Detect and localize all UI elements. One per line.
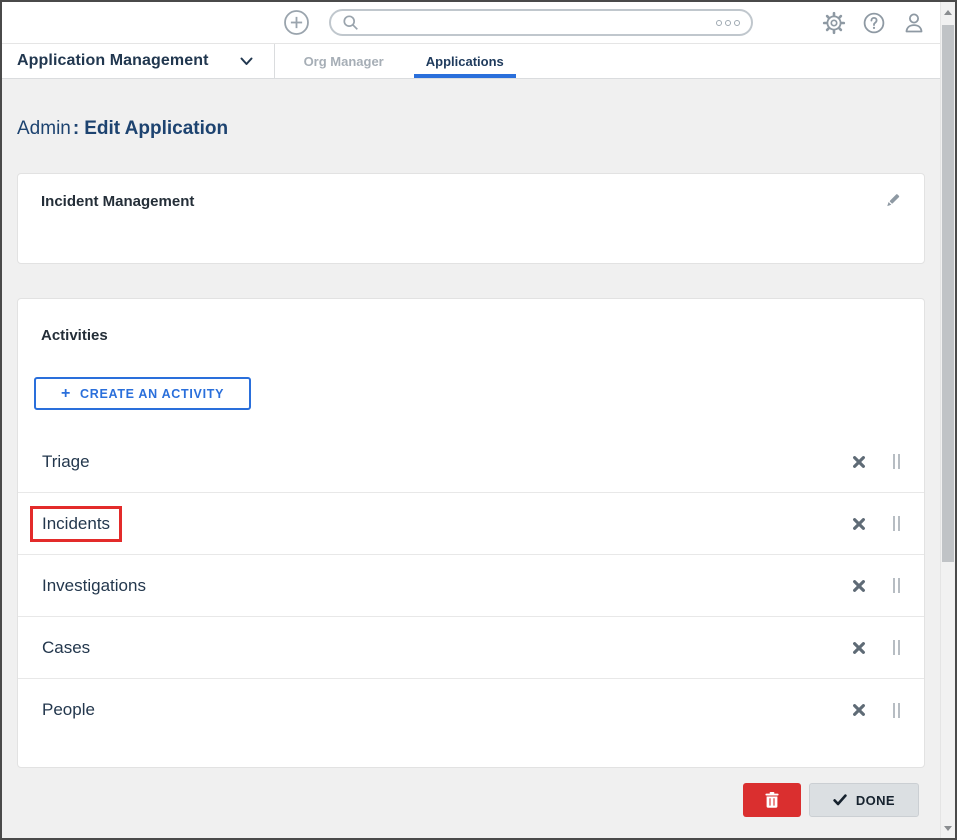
settings-button[interactable] <box>822 11 846 35</box>
triangle-down-icon <box>944 826 952 831</box>
search-options-icon[interactable] <box>716 20 740 26</box>
chevron-down-icon <box>240 57 253 66</box>
gear-icon <box>822 11 846 35</box>
nav-divider <box>274 44 275 78</box>
person-icon <box>902 11 926 35</box>
activity-row: Incidents <box>18 493 924 555</box>
activity-label[interactable]: People <box>42 700 95 719</box>
delete-application-button[interactable] <box>743 783 801 817</box>
search-bar[interactable] <box>329 9 753 36</box>
main-area: Application Management Org Manager Appli… <box>2 2 940 838</box>
remove-activity-button[interactable] <box>852 703 866 717</box>
activity-row: People <box>18 679 924 741</box>
remove-activity-button[interactable] <box>852 517 866 531</box>
plus-icon: + <box>61 386 71 402</box>
drag-handle-icon[interactable] <box>893 578 900 593</box>
remove-activity-button[interactable] <box>852 455 866 469</box>
activity-row: Investigations <box>18 555 924 617</box>
page-title-main: Edit Application <box>84 118 228 139</box>
edit-application-button[interactable] <box>883 190 903 210</box>
x-mark-icon <box>852 455 866 469</box>
x-mark-icon <box>852 703 866 717</box>
pencil-icon <box>883 190 903 210</box>
topbar-right-icons <box>822 11 926 35</box>
done-button[interactable]: DONE <box>809 783 919 817</box>
activity-label-wrap: Investigations <box>42 576 852 596</box>
checkmark-icon <box>833 794 847 806</box>
page-content: Admin:Edit Application Incident Manageme… <box>2 79 940 838</box>
activities-heading: Activities <box>18 327 924 344</box>
activity-list: Triage Incidents Investigations <box>18 431 924 741</box>
page-title: Admin:Edit Application <box>17 118 925 140</box>
search-input[interactable] <box>366 15 716 30</box>
scrollbar-thumb[interactable] <box>942 25 954 562</box>
nav-bar: Application Management Org Manager Appli… <box>2 44 940 79</box>
trash-icon <box>765 792 779 808</box>
remove-activity-button[interactable] <box>852 579 866 593</box>
x-mark-icon <box>852 641 866 655</box>
app-module-label: Application Management <box>17 52 209 70</box>
application-name-card: Incident Management <box>17 173 925 264</box>
activity-row: Triage <box>18 431 924 493</box>
account-button[interactable] <box>902 11 926 35</box>
page-title-separator: : <box>73 118 79 139</box>
remove-activity-button[interactable] <box>852 641 866 655</box>
tab-applications[interactable]: Applications <box>405 44 525 78</box>
scrollbar-track[interactable] <box>940 2 955 838</box>
activity-label[interactable]: Incidents <box>42 514 110 533</box>
activity-label-wrap: Incidents <box>30 506 122 542</box>
question-circle-icon <box>862 11 886 35</box>
activity-label-wrap: People <box>42 700 852 720</box>
scroll-up-button[interactable] <box>941 4 955 20</box>
app-module-menu[interactable]: Application Management <box>2 44 253 78</box>
activity-row: Cases <box>18 617 924 679</box>
activity-label-wrap: Triage <box>42 452 852 472</box>
activity-label[interactable]: Investigations <box>42 576 146 595</box>
drag-handle-icon[interactable] <box>893 703 900 718</box>
scroll-down-button[interactable] <box>941 820 955 836</box>
search-icon <box>342 14 359 31</box>
done-label: DONE <box>856 793 895 808</box>
help-button[interactable] <box>862 11 886 35</box>
page-title-prefix: Admin <box>17 118 71 139</box>
create-activity-button[interactable]: + CREATE AN ACTIVITY <box>34 377 251 410</box>
drag-handle-icon[interactable] <box>893 454 900 469</box>
drag-handle-icon[interactable] <box>893 640 900 655</box>
drag-handle-icon[interactable] <box>893 516 900 531</box>
activity-label[interactable]: Triage <box>42 452 90 471</box>
x-mark-icon <box>852 517 866 531</box>
footer-actions: DONE <box>2 783 919 817</box>
x-mark-icon <box>852 579 866 593</box>
tab-bar: Org Manager Applications <box>283 44 525 78</box>
application-name: Incident Management <box>39 193 194 210</box>
top-bar <box>2 2 940 44</box>
app-window: Application Management Org Manager Appli… <box>0 0 957 840</box>
triangle-up-icon <box>944 10 952 15</box>
add-button[interactable] <box>283 9 310 36</box>
tab-org-manager[interactable]: Org Manager <box>283 44 405 78</box>
activities-card: Activities + CREATE AN ACTIVITY Triage I… <box>17 298 925 768</box>
create-activity-label: CREATE AN ACTIVITY <box>80 387 224 401</box>
plus-circle-icon <box>283 9 310 36</box>
activity-label-wrap: Cases <box>42 638 852 658</box>
activity-label[interactable]: Cases <box>42 638 90 657</box>
